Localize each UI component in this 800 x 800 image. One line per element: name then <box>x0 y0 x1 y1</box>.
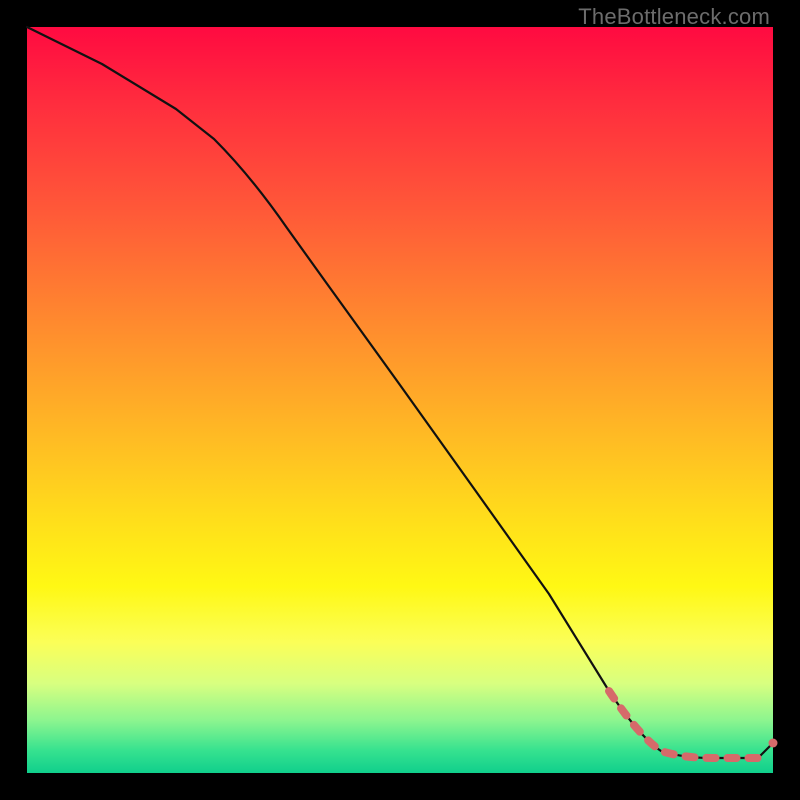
optimal-range-dots <box>609 691 758 758</box>
chart-svg <box>27 27 773 773</box>
plot-area <box>27 27 773 773</box>
chart-frame: TheBottleneck.com <box>0 0 800 800</box>
bottleneck-curve-line <box>27 27 773 758</box>
curve-end-dot <box>769 739 778 748</box>
